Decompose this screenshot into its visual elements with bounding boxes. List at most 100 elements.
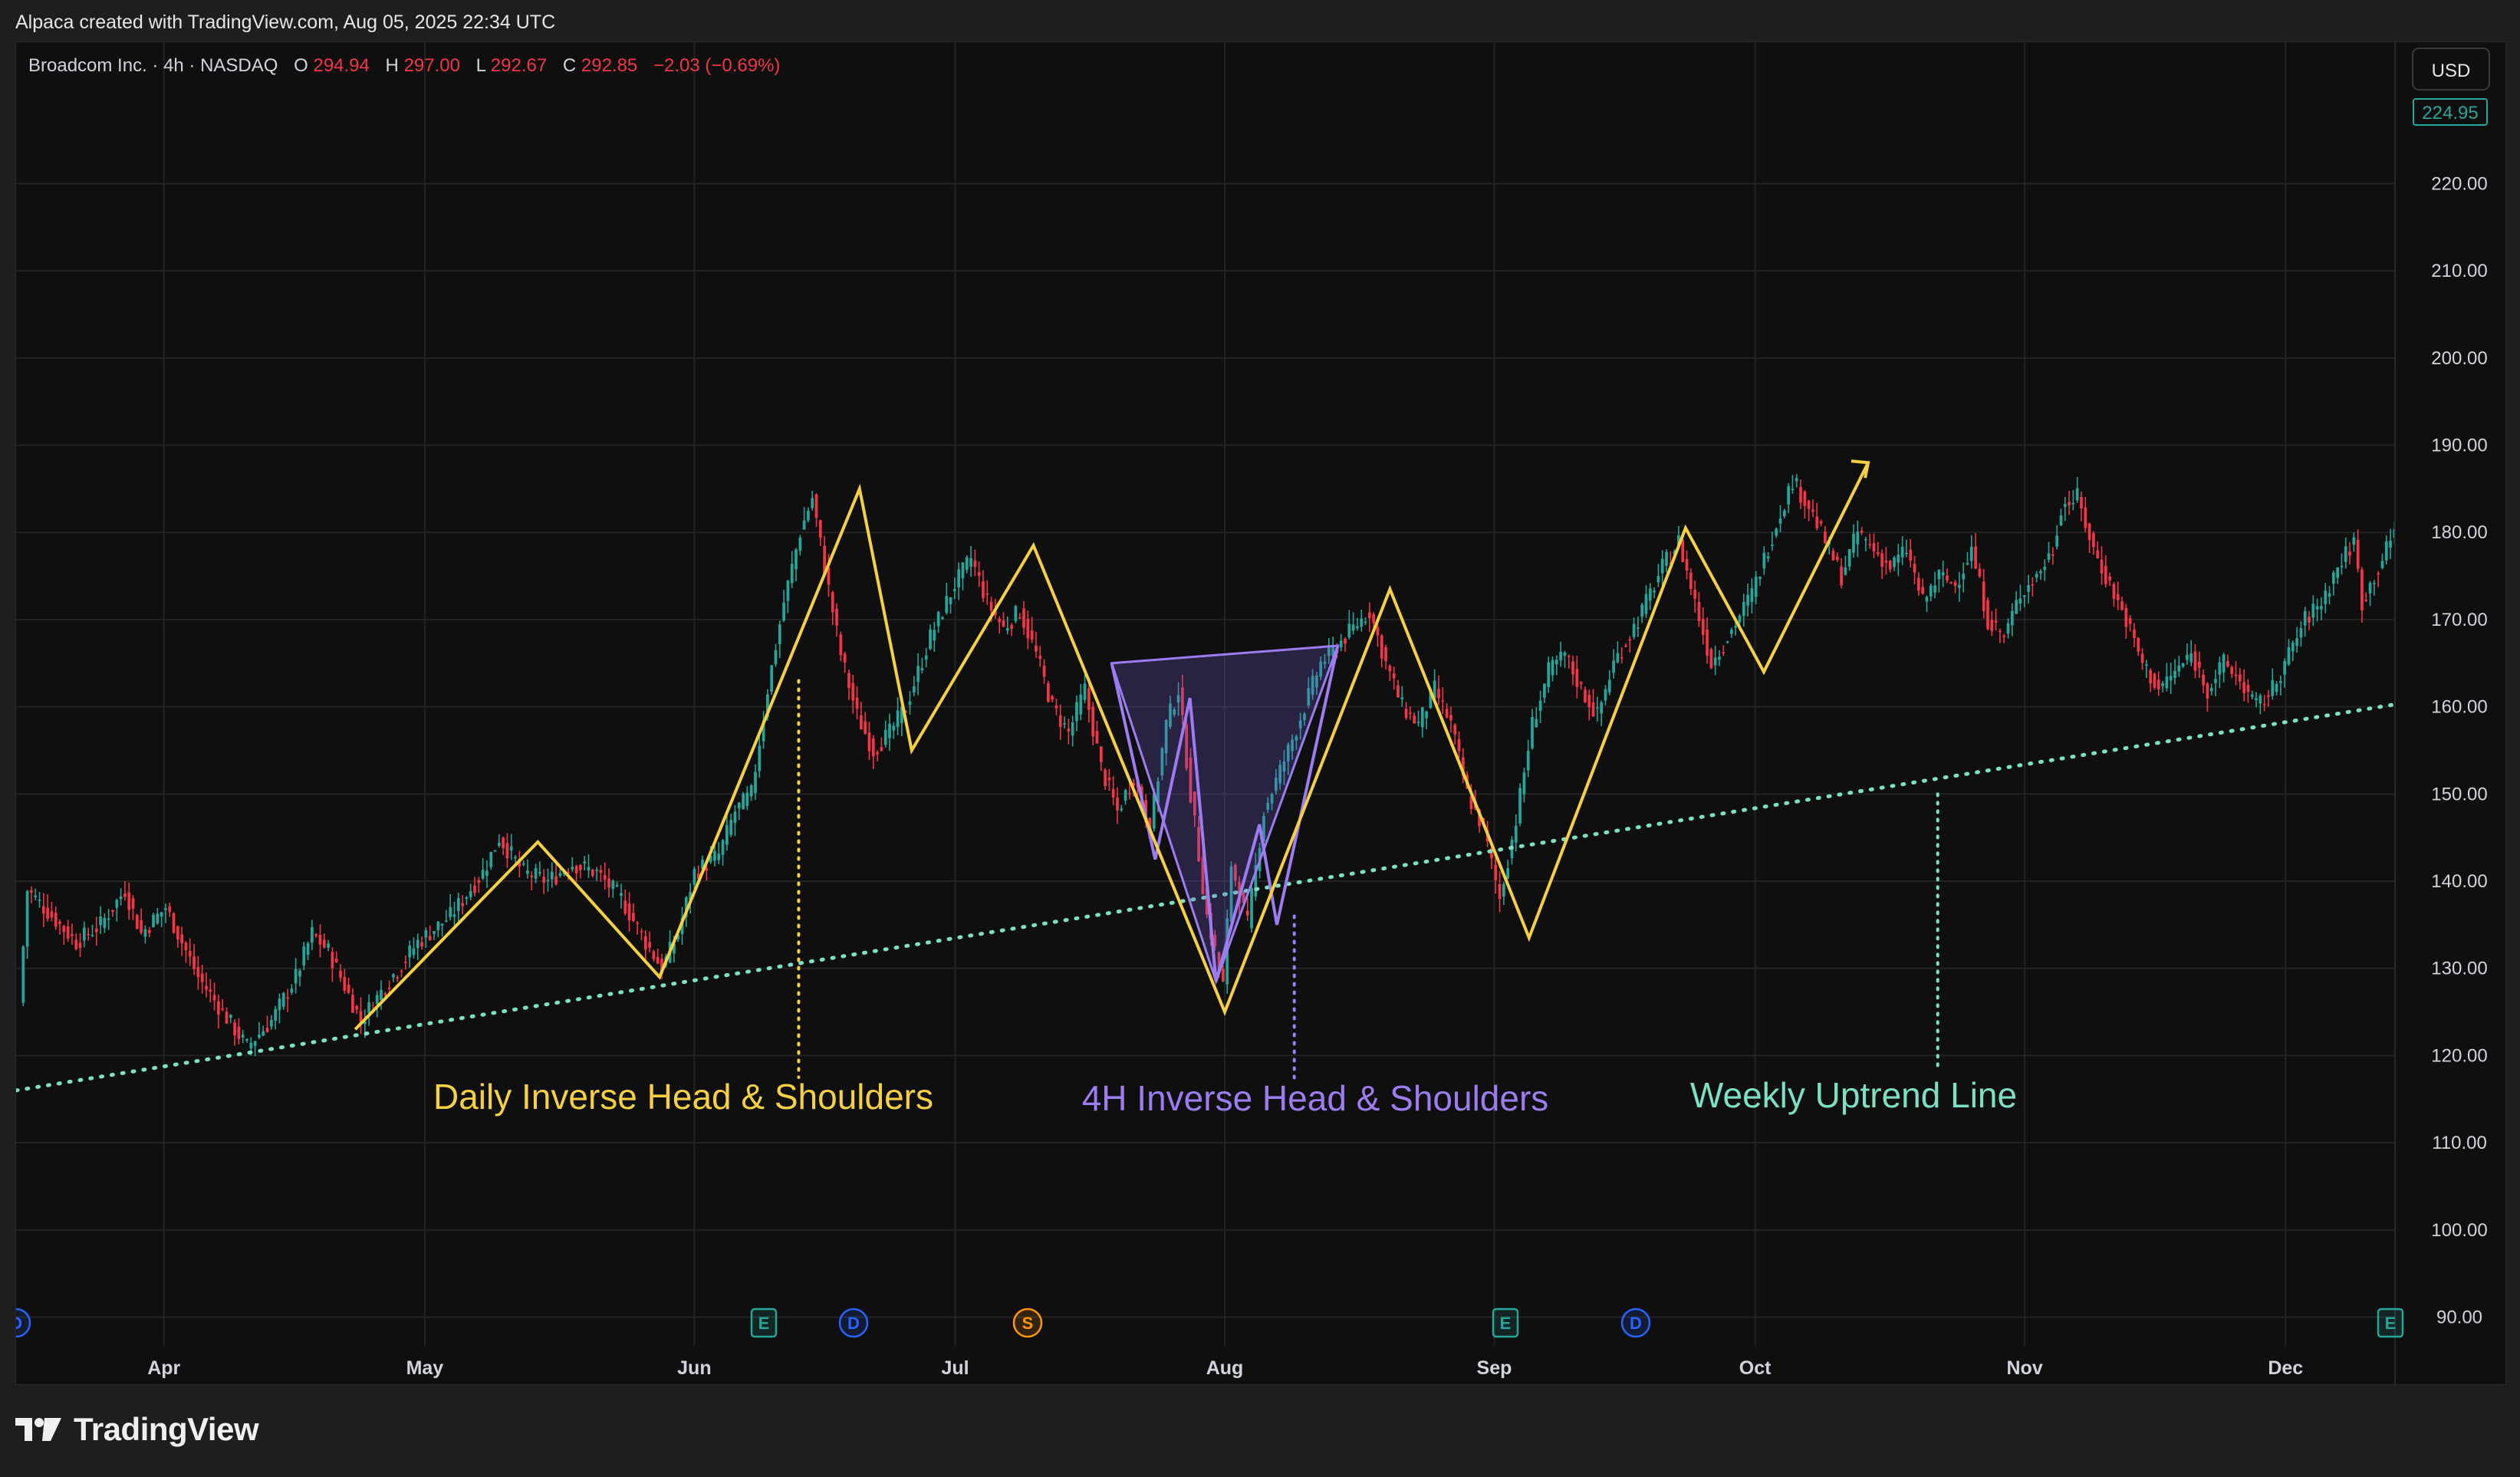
candle-body — [2279, 681, 2282, 683]
candle-body — [1596, 707, 1599, 709]
candle-body — [87, 933, 90, 936]
candle-body — [1994, 620, 1998, 623]
candle-body — [147, 929, 151, 933]
candle-body — [2153, 673, 2156, 688]
candle-body — [1726, 641, 1729, 643]
candle-body — [241, 1035, 245, 1038]
candle-body — [1758, 577, 1762, 579]
candle-body — [534, 868, 538, 879]
candle-body — [1697, 602, 1701, 622]
candle-body — [1250, 888, 1253, 929]
candle-body — [2002, 635, 2006, 637]
candle-body — [843, 653, 847, 663]
candle-body — [1384, 646, 1387, 662]
candle-body — [1734, 626, 1738, 628]
annotations: Daily Inverse Head & Shoulders 4H Inverse… — [433, 1075, 2017, 1118]
candle-body — [2071, 502, 2075, 505]
candle-body — [1844, 567, 1847, 575]
event-marker-earnings[interactable]: E — [1492, 1308, 1519, 1338]
candle-body — [94, 929, 98, 933]
candle-body — [977, 572, 981, 577]
candle-body — [1356, 626, 1359, 629]
candle-body — [1791, 488, 1795, 490]
candle-body — [1897, 554, 1900, 563]
candle-body — [835, 608, 838, 626]
candle-body — [1099, 746, 1103, 762]
event-marker-split[interactable]: S — [1012, 1308, 1043, 1338]
candle-body — [2068, 502, 2071, 505]
candle-body — [2275, 683, 2278, 692]
tradingview-footer: TradingView — [15, 1406, 259, 1452]
candle-body — [2324, 590, 2328, 604]
candle-body — [1815, 516, 1819, 528]
candle-body — [1701, 619, 1705, 635]
candle-body — [351, 994, 354, 1013]
event-marker-earnings[interactable]: E — [750, 1308, 778, 1338]
candle-body — [1840, 566, 1843, 586]
candle-body — [2140, 653, 2144, 663]
candle-body — [2112, 584, 2116, 599]
price-axis[interactable]: USD 224.95 90.00 100.00 110.00 120.00 130.00… — [2394, 42, 2505, 1384]
candle-body — [2031, 584, 2035, 586]
candle-body — [717, 854, 721, 860]
candle-body — [1364, 621, 1367, 623]
candle-body — [632, 913, 635, 921]
candle-body — [656, 956, 660, 964]
candle-body — [2222, 654, 2226, 673]
time-axis[interactable]: Apr May Jun Jul Aug Sep Oct Nov Dec — [147, 1357, 2303, 1379]
candle-body — [1575, 669, 1579, 687]
candle-body — [933, 630, 936, 641]
candle-body — [30, 890, 33, 893]
candle-body — [1547, 662, 1551, 687]
event-marker-dividend[interactable]: D — [16, 1308, 31, 1338]
legend-close-value: 292.85 — [581, 55, 637, 76]
candle-body — [2348, 551, 2351, 556]
candle-body — [1807, 500, 1811, 509]
candle-body — [2311, 604, 2315, 618]
candle-body — [2352, 537, 2356, 545]
candle-body — [1628, 639, 1632, 641]
candle-body — [888, 723, 891, 738]
candle-body — [2230, 666, 2234, 674]
candle-body — [1766, 556, 1770, 559]
candle-body — [818, 520, 822, 538]
event-marker-dividend[interactable]: D — [838, 1308, 869, 1338]
candle-body — [131, 898, 135, 909]
candle-body — [530, 875, 534, 878]
candle-body — [1681, 539, 1685, 562]
candle-body — [2022, 595, 2026, 597]
candle-body — [579, 865, 582, 870]
candle-body — [2299, 628, 2303, 638]
candle-body — [742, 793, 745, 810]
candle-body — [1526, 751, 1530, 771]
candle-body — [1905, 553, 1908, 554]
candle-body — [2006, 623, 2010, 634]
candle-body — [521, 863, 525, 865]
candle-body — [2373, 583, 2376, 584]
candle-body — [1778, 518, 1782, 524]
price-chart[interactable]: USD 224.95 90.00 100.00 110.00 120.00 130.00… — [16, 42, 2505, 1384]
candle-body — [1616, 653, 1620, 663]
legend-low-value: 292.67 — [491, 55, 547, 76]
candle-body — [864, 721, 867, 734]
candle-body — [38, 900, 41, 901]
event-marker-dividend[interactable]: D — [1620, 1308, 1651, 1338]
candle-body — [2145, 664, 2148, 666]
candle-body — [502, 837, 505, 848]
candle-body — [1026, 618, 1030, 639]
candle-body — [916, 666, 920, 683]
candle-body — [1624, 645, 1627, 647]
candle-body — [802, 520, 806, 530]
chart-panel[interactable]: USD 224.95 90.00 100.00 110.00 120.00 130.00… — [15, 41, 2506, 1385]
candle-body — [1522, 772, 1526, 794]
event-marker-letter: E — [1500, 1314, 1512, 1333]
candle-body — [306, 943, 310, 956]
y-tick-label: 100.00 — [2431, 1220, 2487, 1241]
candle-body — [1966, 563, 1969, 565]
y-tick-label: 170.00 — [2431, 610, 2487, 630]
candle-body — [1775, 528, 1778, 536]
event-marker-earnings[interactable]: E — [2377, 1308, 2404, 1338]
candle-body — [2133, 629, 2136, 638]
candle-body — [449, 906, 452, 918]
candle-body — [538, 872, 541, 873]
